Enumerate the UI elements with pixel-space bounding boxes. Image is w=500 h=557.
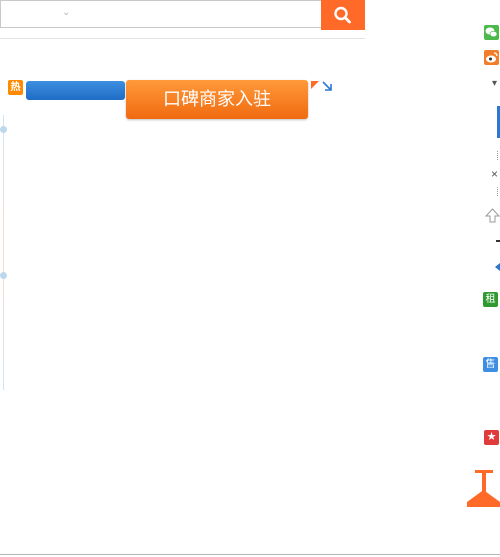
bottom-divider [0,554,500,555]
search-input[interactable] [0,0,321,28]
hot-badge: 热 [8,80,23,95]
wechat-icon[interactable] [484,25,499,40]
chevron-down-icon[interactable]: ⌄ [62,8,72,18]
rail-dash [496,240,500,242]
rail-dots [497,151,499,160]
timeline-line [3,115,4,390]
search-button[interactable] [321,0,365,30]
back-to-top-icon [467,470,500,507]
rent-icon[interactable]: 租 [483,292,498,307]
up-arrow-icon[interactable] [484,208,500,228]
header-divider [0,38,365,39]
close-icon[interactable]: × [491,167,498,181]
weibo-icon[interactable] [484,50,499,65]
expand-arrow-icon[interactable] [311,80,333,92]
star-icon[interactable]: ★ [484,430,499,445]
merchant-join-button[interactable]: 口碑商家入驻 [126,80,308,119]
timeline-dot [0,272,7,279]
timeline-dot [0,126,7,133]
rail-dots [497,187,499,196]
left-arrow-icon[interactable] [495,258,500,276]
back-to-top-button[interactable] [467,468,500,508]
category-tab[interactable] [26,81,125,100]
rail-triangle-icon: ▾ [492,78,498,89]
search-icon [334,6,351,24]
sale-icon[interactable]: 售 [483,357,498,372]
